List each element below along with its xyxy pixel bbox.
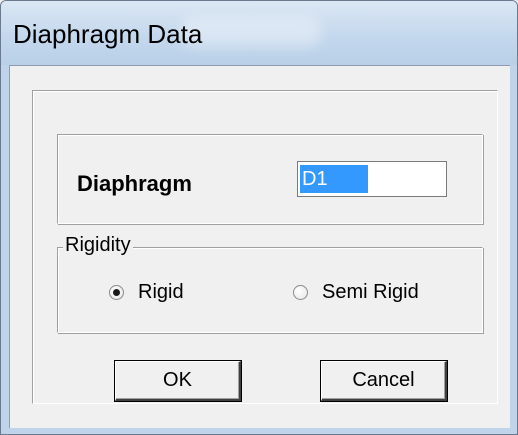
diaphragm-name-input[interactable]: D1: [297, 161, 447, 197]
dialog-window: Diaphragm Data Diaphragm D1 Rigidity Rig…: [0, 0, 518, 435]
radio-unselected-icon[interactable]: [293, 285, 308, 300]
dialog-client-area: Diaphragm D1 Rigidity Rigid Semi Rigid O…: [9, 65, 510, 428]
cancel-button[interactable]: Cancel: [321, 361, 447, 401]
diaphragm-name-value[interactable]: D1: [300, 165, 368, 193]
rigid-radio[interactable]: Rigid: [109, 281, 184, 304]
radio-selected-icon[interactable]: [109, 285, 124, 300]
rigidity-legend: Rigidity: [63, 234, 133, 257]
window-title: Diaphragm Data: [13, 19, 203, 49]
ok-button[interactable]: OK: [115, 361, 241, 401]
radio-dot-icon: [113, 289, 120, 296]
main-panel: Diaphragm D1 Rigidity Rigid Semi Rigid O…: [32, 90, 498, 404]
semi-rigid-radio[interactable]: Semi Rigid: [293, 281, 419, 304]
rigid-radio-label[interactable]: Rigid: [138, 281, 184, 304]
semi-rigid-radio-label[interactable]: Semi Rigid: [322, 281, 419, 304]
diaphragm-label: Diaphragm: [77, 171, 192, 196]
title-bar[interactable]: Diaphragm Data: [1, 1, 517, 65]
